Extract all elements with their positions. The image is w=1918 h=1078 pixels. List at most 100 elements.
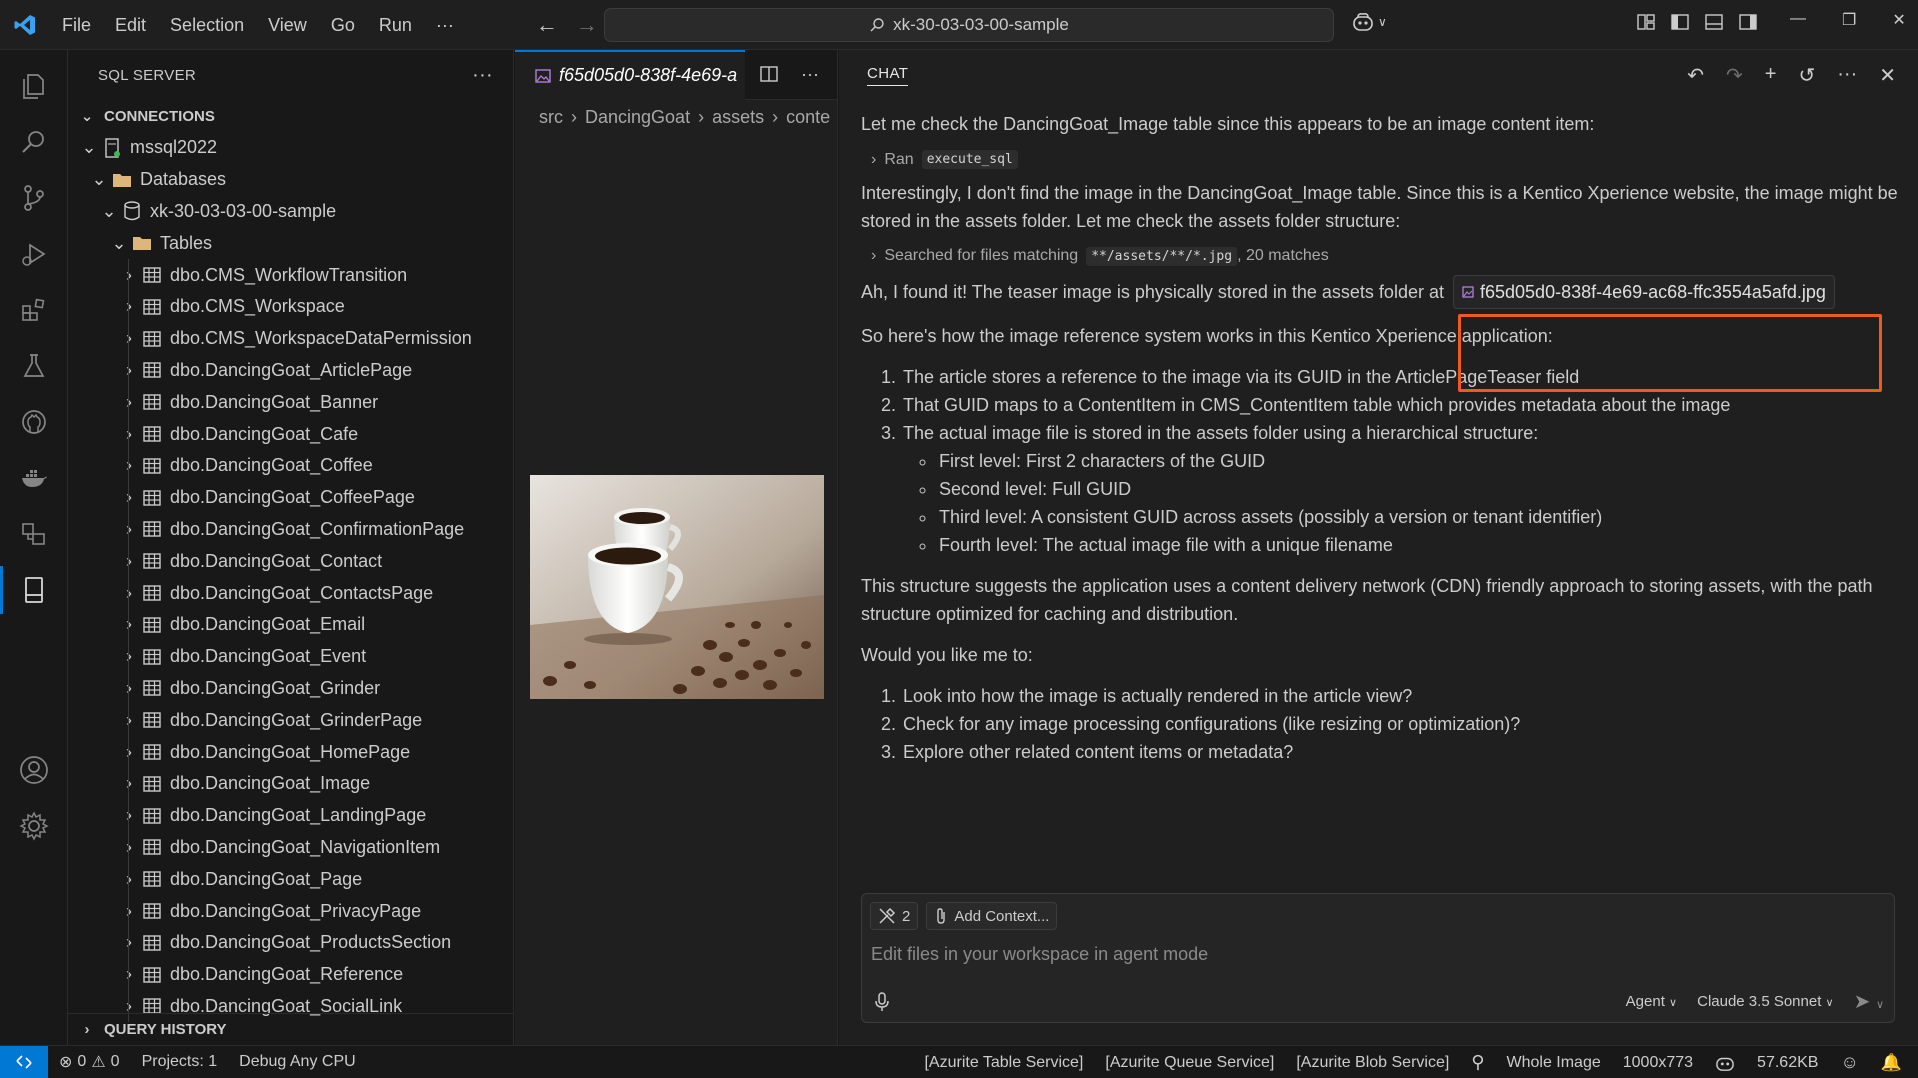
breadcrumb-content[interactable]: conte [786,107,830,128]
testing-icon[interactable] [0,338,68,394]
image-file-tab[interactable]: f65d05d0-838f-4e69-a [515,49,745,100]
new-chat-icon[interactable]: + [1765,63,1777,88]
zoom-icon[interactable]: ⚲ [1460,1052,1495,1073]
chevron-right-icon: › [698,106,705,127]
send-button[interactable]: ➤ ∨ [1854,989,1884,1014]
table-row[interactable]: › dbo.DancingGoat_PrivacyPage [68,895,513,927]
copilot-menu[interactable]: ∨ [1352,12,1387,32]
table-row[interactable]: › dbo.CMS_Workspace [68,291,513,323]
menu-more[interactable]: ··· [424,0,466,50]
split-editor-icon[interactable] [759,64,779,84]
toggle-secondary-sidebar-icon[interactable] [1738,12,1758,32]
problems-indicator[interactable]: ⊗ 0 ⚠ 0 [48,1052,131,1072]
menu-selection[interactable]: Selection [158,0,256,50]
history-icon[interactable]: ↺ [1798,63,1815,88]
table-icon [140,362,164,379]
table-row[interactable]: › dbo.DancingGoat_ProductsSection [68,927,513,959]
menu-edit[interactable]: Edit [103,0,158,50]
source-control-icon[interactable] [0,170,68,226]
list-item-text: The actual image file is stored in the a… [903,423,1539,443]
chat-title[interactable]: CHAT [867,65,909,86]
menu-view[interactable]: View [256,0,319,50]
tools-button[interactable]: 2 [870,902,919,930]
azurite-queue-status[interactable]: [Azurite Queue Service] [1094,1054,1285,1072]
table-row[interactable]: › dbo.DancingGoat_Reference [68,959,513,991]
close-chat-icon[interactable]: ✕ [1879,63,1896,88]
table-row[interactable]: › dbo.DancingGoat_LandingPage [68,800,513,832]
tree-databases[interactable]: ⌄ Databases [68,164,513,196]
feedback-icon[interactable]: ☺ [1829,1052,1869,1073]
editor-more-button[interactable]: ··· [801,64,819,85]
azurite-blob-status[interactable]: [Azurite Blob Service] [1285,1054,1460,1072]
command-center[interactable]: xk-30-03-03-00-sample [604,8,1334,42]
projects-status[interactable]: Projects: 1 [131,1053,229,1071]
extensions-icon[interactable] [0,282,68,338]
toggle-panel-icon[interactable] [1704,12,1724,32]
table-row[interactable]: › dbo.DancingGoat_Contact [68,545,513,577]
minimize-icon[interactable]: — [1790,10,1806,30]
query-history-header[interactable]: › QUERY HISTORY [68,1013,514,1045]
chat-more-icon[interactable]: ··· [1837,63,1857,88]
table-row[interactable]: › dbo.CMS_WorkspaceDataPermission [68,323,513,355]
redo-icon[interactable]: ↷ [1726,63,1743,88]
mode-picker[interactable]: Agent ∨ [1626,993,1677,1010]
table-row[interactable]: › dbo.DancingGoat_Banner [68,386,513,418]
table-row[interactable]: › dbo.DancingGoat_GrinderPage [68,704,513,736]
connections-section-header[interactable]: ⌄ CONNECTIONS [68,100,513,132]
table-row[interactable]: › dbo.DancingGoat_HomePage [68,736,513,768]
tree-tables[interactable]: ⌄ Tables [68,227,513,259]
table-row[interactable]: › dbo.DancingGoat_Email [68,609,513,641]
tree-server[interactable]: ⌄ mssql2022 [68,132,513,164]
chat-input[interactable]: Edit files in your workspace in agent mo… [862,930,1894,965]
toggle-primary-sidebar-icon[interactable] [1670,12,1690,32]
settings-gear-icon[interactable] [0,798,68,854]
table-row[interactable]: › dbo.DancingGoat_Cafe [68,418,513,450]
azurite-table-status[interactable]: [Azurite Table Service] [913,1054,1094,1072]
tree-database[interactable]: ⌄ xk-30-03-03-00-sample [68,196,513,228]
model-picker[interactable]: Claude 3.5 Sonnet ∨ [1697,993,1834,1010]
microphone-icon[interactable] [872,991,892,1013]
sql-server-icon[interactable] [0,562,68,618]
table-row[interactable]: › dbo.DancingGoat_Page [68,863,513,895]
table-row[interactable]: › dbo.DancingGoat_ContactsPage [68,577,513,609]
menu-file[interactable]: File [50,0,103,50]
remote-explorer-icon[interactable] [0,506,68,562]
tool-call-ran[interactable]: › Ran execute_sql [871,150,1901,169]
sidebar-more-button[interactable]: ··· [472,64,493,87]
table-row[interactable]: › dbo.DancingGoat_Coffee [68,450,513,482]
github-icon[interactable] [0,394,68,450]
back-arrow-icon[interactable]: ← [536,12,558,38]
breadcrumb-dancinggoat[interactable]: DancingGoat [585,107,690,128]
table-row[interactable]: › dbo.DancingGoat_Grinder [68,673,513,705]
zoom-status[interactable]: Whole Image [1495,1054,1611,1072]
table-row[interactable]: › dbo.DancingGoat_CoffeePage [68,482,513,514]
remote-indicator[interactable] [0,1045,48,1078]
breadcrumb-src[interactable]: src [539,107,563,128]
build-config-status[interactable]: Debug Any CPU [228,1053,367,1071]
notifications-bell-icon[interactable]: 🔔 [1870,1053,1918,1073]
copilot-status-icon[interactable] [1704,1054,1746,1072]
table-row[interactable]: › dbo.DancingGoat_ArticlePage [68,355,513,387]
tool-call-search[interactable]: › Searched for files matching **/assets/… [871,247,1901,266]
table-row[interactable]: › dbo.DancingGoat_Event [68,641,513,673]
menu-run[interactable]: Run [367,0,424,50]
search-view-icon[interactable] [0,114,68,170]
table-row[interactable]: › dbo.DancingGoat_NavigationItem [68,832,513,864]
table-row[interactable]: › dbo.DancingGoat_Image [68,768,513,800]
close-window-icon[interactable]: ✕ [1892,10,1905,30]
customize-layout-icon[interactable] [1636,12,1656,32]
undo-icon[interactable]: ↶ [1687,63,1704,88]
table-row[interactable]: › dbo.DancingGoat_ConfirmationPage [68,514,513,546]
breadcrumb-assets[interactable]: assets [712,107,764,128]
list-item: The actual image file is stored in the a… [901,419,1901,559]
forward-arrow-icon[interactable]: → [576,12,598,38]
file-reference-chip[interactable]: f65d05d0-838f-4e69-ac68-ffc3554a5afd.jpg [1453,275,1835,309]
add-context-button[interactable]: Add Context... [926,902,1058,930]
docker-icon[interactable] [0,450,68,506]
table-row[interactable]: › dbo.CMS_WorkflowTransition [68,259,513,291]
restore-icon[interactable]: ❐ [1842,10,1856,30]
menu-go[interactable]: Go [319,0,367,50]
run-debug-icon[interactable] [0,226,68,282]
accounts-icon[interactable] [0,742,68,798]
explorer-icon[interactable] [0,58,68,114]
